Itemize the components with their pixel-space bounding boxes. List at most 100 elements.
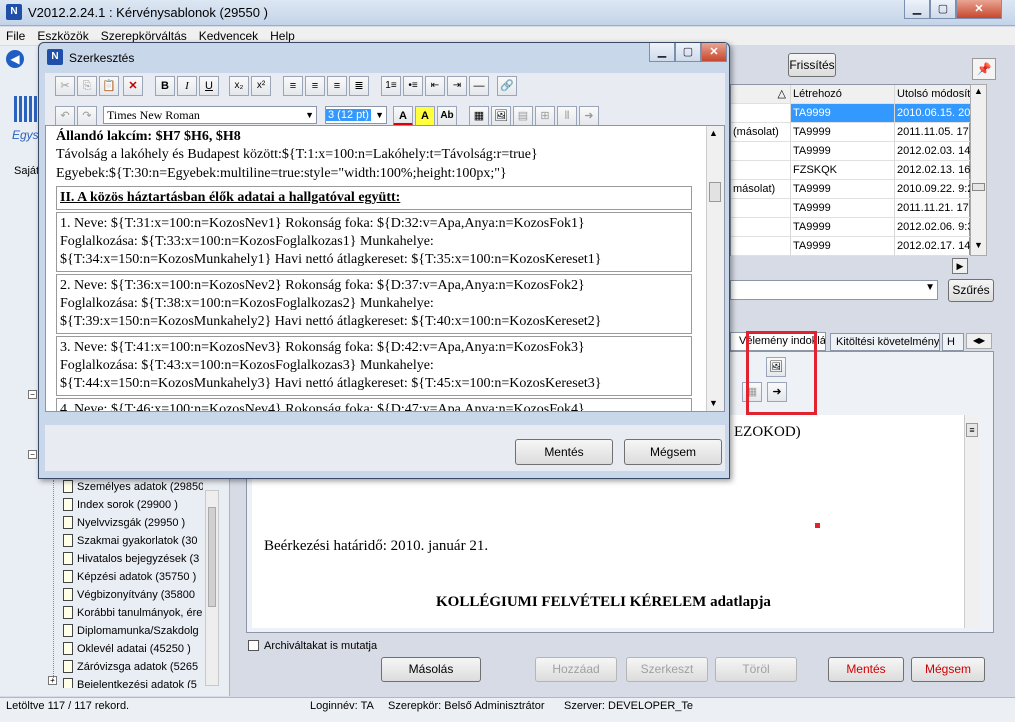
cell-props-icon[interactable]: ▤ [513,106,533,126]
scroll-thumb[interactable] [208,507,216,607]
column-header-modified[interactable]: Utolsó módosít [895,85,971,104]
copy-button[interactable]: Másolás [381,657,481,682]
redo-icon[interactable]: ↷ [77,106,97,126]
chevron-down-icon[interactable]: ▼ [305,107,314,123]
minimize-button[interactable]: ▁ [904,0,930,19]
sort-arrow-icon[interactable]: △ [731,85,791,104]
edit-button[interactable]: Szerkeszt [626,657,708,682]
spellcheck-icon[interactable]: Ab [437,106,457,126]
tree-item[interactable]: Szakmai gyakorlatok (30 [63,532,203,550]
outdent-icon[interactable]: ⇤ [425,76,445,96]
dialog-close-button[interactable]: ✕ [701,43,727,62]
align-center-icon[interactable]: ≡ [305,76,325,96]
tree-item[interactable]: Bejelentkezési adatok (5 [63,676,203,688]
preview-scrollbar[interactable]: ≡ [964,415,979,628]
tree-item[interactable]: Index sorok (29900 ) [63,496,203,514]
scroll-up-icon[interactable]: ▲ [709,128,718,138]
scroll-thumb[interactable] [972,183,985,191]
tab-scroll-icon[interactable]: ◀▶ [966,333,992,349]
tree-item[interactable]: Személyes adatok (29850 [63,478,203,496]
scroll-right-icon[interactable]: ▶ [952,258,968,274]
dialog-cancel-button[interactable]: Mégsem [624,439,722,465]
column-header-creator[interactable]: Létrehozó [791,85,895,104]
tree-expander-icon[interactable]: − [28,390,37,399]
scroll-down-icon[interactable]: ▼ [972,240,985,254]
align-right-icon[interactable]: ≡ [327,76,347,96]
editor-area[interactable]: Állandó lakcím: $H7 $H6, $H8 Távolság a … [45,125,725,412]
cancel-button[interactable]: Mégsem [911,657,985,682]
copy-icon[interactable]: ⎘ [77,76,97,96]
menu-file[interactable]: File [0,27,31,43]
tree-item[interactable]: Nyelvvizsgák (29950 ) [63,514,203,532]
table-row[interactable]: TA9999 2012.02.06. 9:3 [731,218,971,237]
tree-expander-icon[interactable]: − [28,450,37,459]
delete-button[interactable]: Töröl [715,657,797,682]
insert-row-icon[interactable]: ⊞ [535,106,555,126]
size-select[interactable]: 3 (12 pt) ▼ [325,106,387,124]
table-row[interactable]: TA9999 2012.02.17. 14 [731,237,971,256]
menu-role-switch[interactable]: Szerepkörváltás [95,27,193,43]
justify-icon[interactable]: ≣ [349,76,369,96]
save-button[interactable]: Mentés [828,657,904,682]
table-row[interactable]: (másolat) TA9999 2011.11.05. 17 [731,123,971,142]
tree-item[interactable]: Oklevél adatai (45250 ) [63,640,203,658]
font-select[interactable]: Times New Roman ▼ [103,106,317,124]
maximize-button[interactable]: ▢ [930,0,956,19]
tree-item[interactable]: Végbizonyítvány (35800 [63,586,203,604]
font-color-icon[interactable]: A [393,106,413,126]
bullet-list-icon[interactable]: •≡ [403,76,423,96]
subscript-icon[interactable]: x₂ [229,76,249,96]
horizontal-rule-icon[interactable]: — [469,76,489,96]
dialog-minimize-button[interactable]: ▁ [649,43,675,62]
indent-icon[interactable]: ⇥ [447,76,467,96]
tree-item[interactable]: Korábbi tanulmányok, ére [63,604,203,622]
tree-scrollbar[interactable] [205,490,219,686]
editor-scrollbar[interactable]: ▲ ▼ [706,126,724,411]
dialog-save-button[interactable]: Mentés [515,439,613,465]
scroll-up-icon[interactable]: ▲ [972,86,985,100]
superscript-icon[interactable]: x² [251,76,271,96]
left-panel-tab[interactable]: Saját [14,165,39,177]
grid-vscrollbar[interactable]: ▲ ▼ [970,84,987,256]
close-button[interactable]: ✕ [956,0,1002,19]
scroll-thumb[interactable] [709,182,721,202]
table-row[interactable]: TA9999 2010.06.15. 20 [731,104,971,123]
undo-icon[interactable]: ↶ [55,106,75,126]
tree-item[interactable]: Záróvizsga adatok (5265 [63,658,203,676]
refresh-button[interactable]: Frissítés [788,53,836,77]
image-icon[interactable]: 🖼 [491,106,511,126]
add-button[interactable]: Hozzáad [535,657,617,682]
chevron-down-icon[interactable]: ▼ [375,107,384,123]
tree-item[interactable]: Képzési adatok (35750 ) [63,568,203,586]
scroll-thumb[interactable]: ≡ [966,423,978,437]
tab-requirement[interactable]: Kitöltési követelmény [830,333,940,351]
insert-col-icon[interactable]: ⫴ [557,106,577,126]
cut-icon[interactable]: ✂ [55,76,75,96]
dialog-maximize-button[interactable]: ▢ [675,43,701,62]
tree-item[interactable]: Hivatalos bejegyzések (3 [63,550,203,568]
pin-icon[interactable]: 📌 [972,58,996,80]
insert-table-icon[interactable]: ▦ [469,106,489,126]
table-row[interactable]: másolat) TA9999 2010.09.22. 9:2 [731,180,971,199]
menu-help[interactable]: Help [264,27,301,43]
link-icon[interactable]: 🔗 [497,76,517,96]
merge-icon[interactable]: ➜ [579,106,599,126]
table-row[interactable]: TA9999 2011.11.21. 17 [731,199,971,218]
filter-button[interactable]: Szűrés [948,279,994,302]
table-row[interactable]: FZSKQK 2012.02.13. 16 [731,161,971,180]
numbered-list-icon[interactable]: 1≡ [381,76,401,96]
paste-icon[interactable]: 📋 [99,76,119,96]
underline-icon[interactable]: U [199,76,219,96]
chevron-down-icon[interactable]: ▼ [925,282,935,293]
tree-item[interactable]: Diplomamunka/Szakdolg [63,622,203,640]
menu-favorites[interactable]: Kedvencek [193,27,264,43]
highlight-color-icon[interactable]: A [415,106,435,126]
tab-more[interactable]: H [942,333,964,351]
archive-checkbox[interactable] [248,640,259,651]
align-left-icon[interactable]: ≡ [283,76,303,96]
menu-tools[interactable]: Eszközök [31,27,94,43]
back-arrow-icon[interactable]: ◀ [6,50,24,68]
table-row[interactable]: TA9999 2012.02.03. 14 [731,142,971,161]
bold-icon[interactable]: B [155,76,175,96]
delete-icon[interactable]: ✕ [123,76,143,96]
